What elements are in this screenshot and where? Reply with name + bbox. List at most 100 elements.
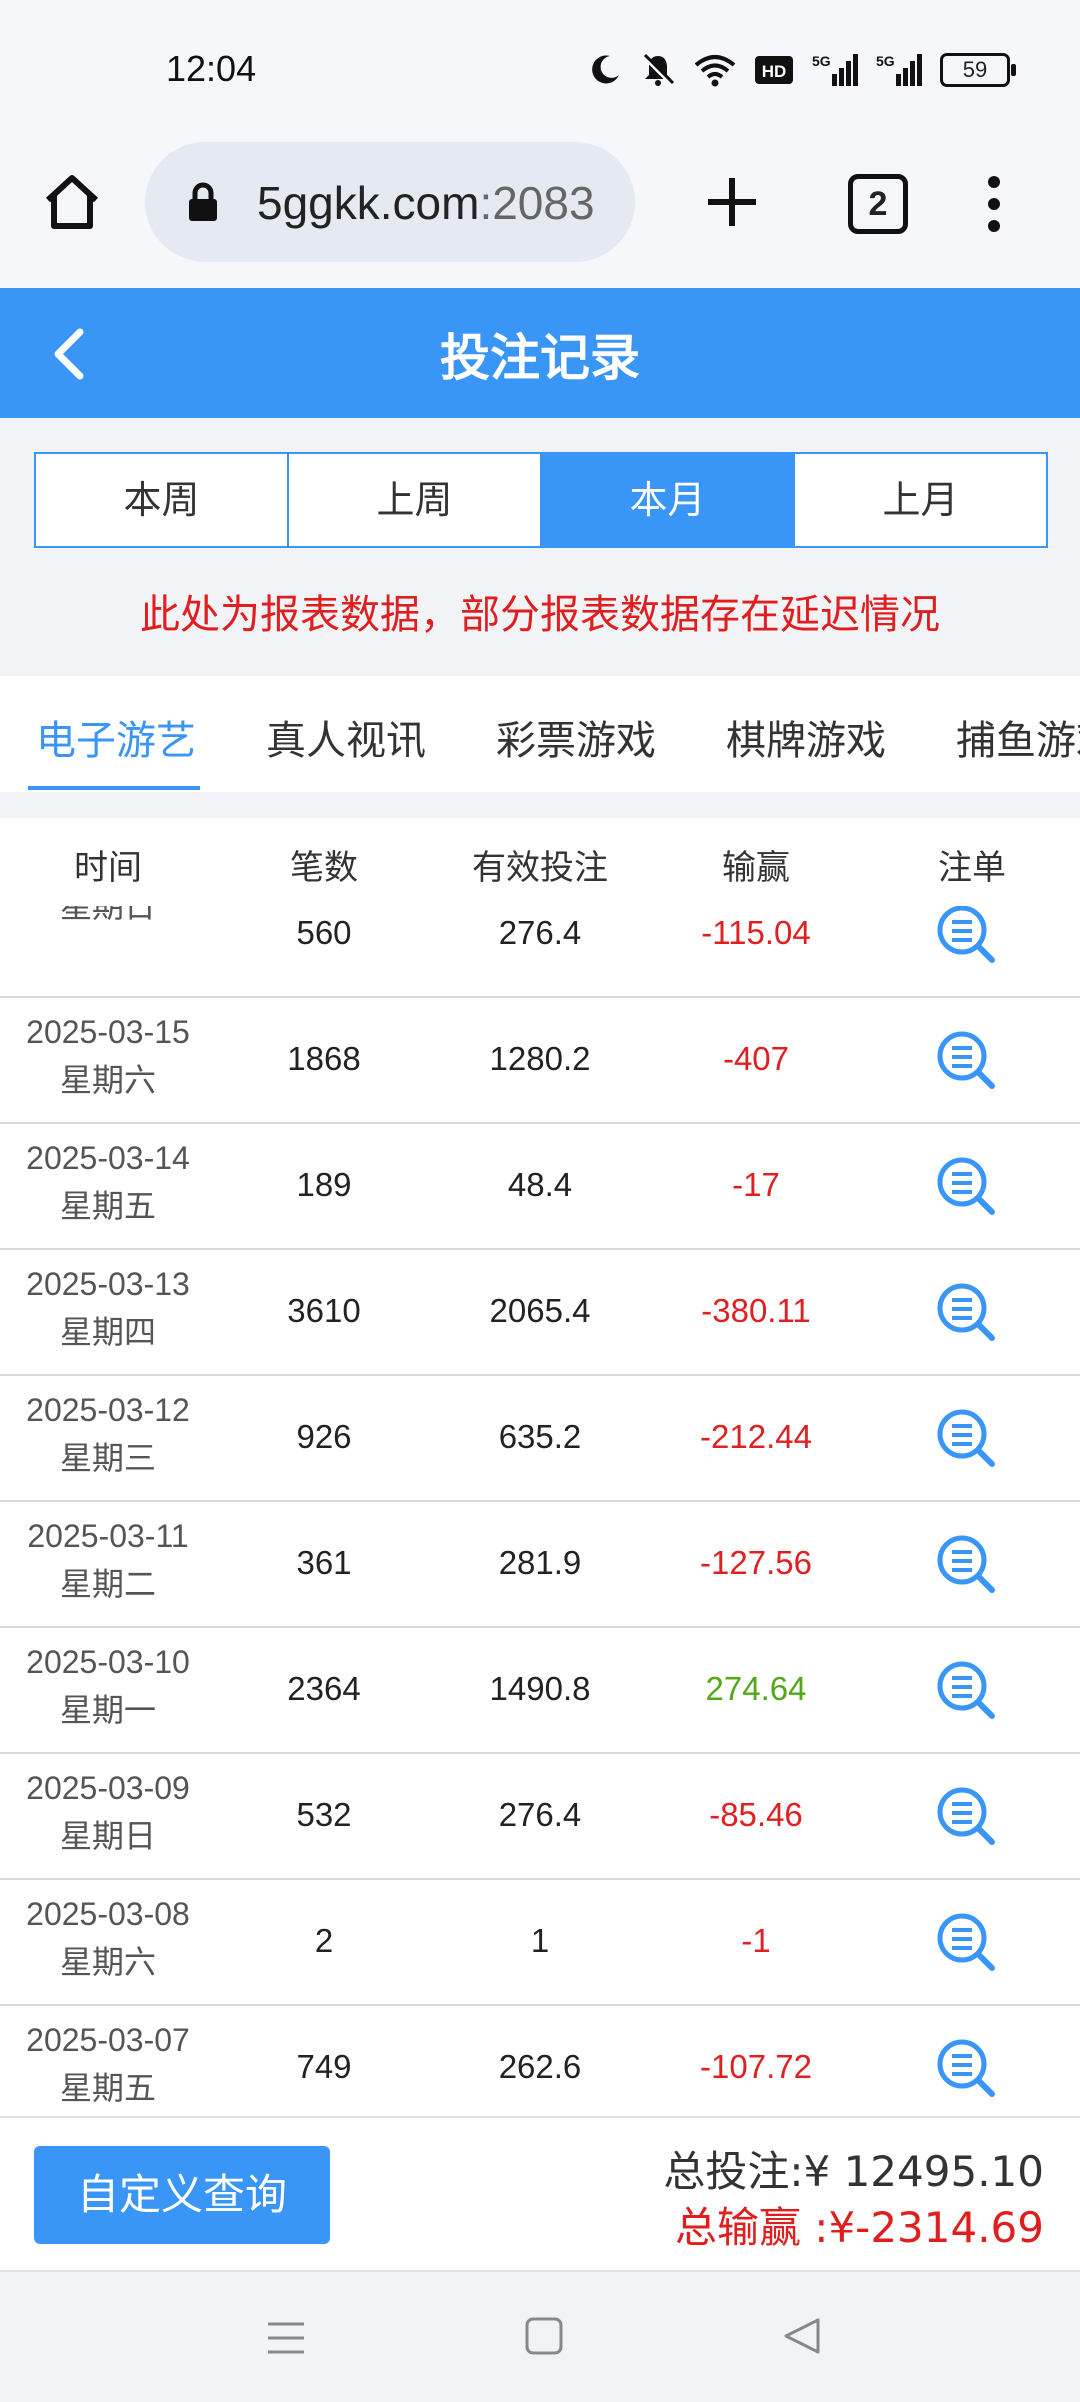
view-bet-slip-icon[interactable] <box>934 906 998 966</box>
row-date-cell: 2025-03-14 星期五 <box>0 1134 216 1230</box>
table-row: 2025-03-15 星期六 1868 1280.2 -407 <box>0 998 1080 1124</box>
tab-last-month[interactable]: 上月 <box>795 454 1046 546</box>
view-bet-slip-icon[interactable] <box>934 1406 998 1470</box>
row-count: 749 <box>296 2048 352 2085</box>
column-header-win-loss: 输赢 <box>722 848 790 888</box>
tab-this-week[interactable]: 本周 <box>36 454 289 546</box>
more-menu-icon[interactable] <box>982 172 1006 236</box>
page-title: 投注记录 <box>440 329 640 387</box>
view-bet-slip-icon[interactable] <box>934 2036 998 2100</box>
row-date-cell: 2025-03-07 星期五 <box>0 2016 216 2112</box>
report-delay-notice: 此处为报表数据，部分报表数据存在延迟情况 <box>140 592 940 638</box>
url-port: :2083 <box>479 177 595 229</box>
row-count: 2 <box>314 1922 334 1959</box>
tab-lottery[interactable]: 彩票游戏 <box>496 708 656 766</box>
total-bet: 总投注:¥ 12495.10 <box>663 2147 1044 2196</box>
url-host: 5ggkk.com <box>257 177 480 229</box>
column-header-valid-bet: 有效投注 <box>472 848 608 888</box>
records-table[interactable]: 星期日 560 276.4 -115.04 2025-03-15 星期六 1868 1280.… <box>0 906 1080 2116</box>
url-text: 5ggkk.com:2083 <box>257 176 595 230</box>
home-nav-icon[interactable] <box>524 2316 564 2356</box>
row-win-loss: -1 <box>741 1922 771 1959</box>
row-valid-bet: 281.9 <box>498 1544 582 1581</box>
table-row: 2025-03-10 星期一 2364 1490.8 274.64 <box>0 1628 1080 1754</box>
tab-switcher-button[interactable]: 2 <box>848 174 908 234</box>
row-count: 560 <box>296 914 352 951</box>
row-date: 2025-03-14 <box>26 1140 190 1176</box>
table-row: 2025-03-14 星期五 189 48.4 -17 <box>0 1124 1080 1250</box>
table-row: 2025-03-09 星期日 532 276.4 -85.46 <box>0 1754 1080 1880</box>
battery-icon: 59 <box>940 53 1016 87</box>
tab-this-month[interactable]: 本月 <box>542 454 795 546</box>
row-date-cell: 2025-03-09 星期日 <box>0 1764 216 1860</box>
column-header-count: 笔数 <box>290 848 358 888</box>
row-valid-bet: 2065.4 <box>489 1292 591 1329</box>
back-nav-icon[interactable] <box>782 2316 822 2356</box>
period-tabs: 本周 上周 本月 上月 <box>34 452 1048 548</box>
tab-live-casino[interactable]: 真人视讯 <box>266 708 426 766</box>
row-win-loss: -17 <box>732 1166 780 1203</box>
table-row: 2025-03-11 星期二 361 281.9 -127.56 <box>0 1502 1080 1628</box>
moon-icon <box>592 55 619 84</box>
column-header-bet-slip: 注单 <box>938 848 1006 888</box>
mute-bell-icon <box>642 53 675 86</box>
row-weekday: 星期日 <box>59 1817 156 1855</box>
row-valid-bet: 262.6 <box>498 2048 582 2085</box>
row-count: 926 <box>296 1418 352 1455</box>
row-date-cell: 2025-03-10 星期一 <box>0 1638 216 1734</box>
recent-apps-icon[interactable] <box>266 2318 306 2358</box>
row-win-loss: -380.11 <box>701 1292 811 1329</box>
row-weekday: 星期四 <box>59 1313 156 1351</box>
table-row: 2025-03-08 星期六 2 1 -1 <box>0 1880 1080 2006</box>
tab-last-week[interactable]: 上周 <box>289 454 542 546</box>
row-date-cell: 2025-03-08 星期六 <box>0 1890 216 1986</box>
period-filter-area: 本周 上周 本月 上月 此处为报表数据，部分报表数据存在延迟情况 <box>0 418 1080 676</box>
app-header: 投注记录 <box>0 288 1080 418</box>
row-win-loss: -407 <box>722 1040 790 1077</box>
row-date-cell: 2025-03-12 星期三 <box>0 1386 216 1482</box>
row-count: 2364 <box>287 1670 361 1707</box>
home-icon[interactable] <box>40 170 104 234</box>
wifi-icon <box>694 55 736 87</box>
view-bet-slip-icon[interactable] <box>934 1658 998 1722</box>
total-win-loss: 总输赢 :¥-2314.69 <box>674 2203 1044 2252</box>
view-bet-slip-icon[interactable] <box>934 1532 998 1596</box>
view-bet-slip-icon[interactable] <box>934 1154 998 1218</box>
view-bet-slip-icon[interactable] <box>934 1280 998 1344</box>
view-bet-slip-icon[interactable] <box>934 1784 998 1848</box>
address-bar[interactable]: 5ggkk.com:2083 <box>145 142 635 262</box>
svg-text:5G: 5G <box>812 53 831 69</box>
table-header: 时间 笔数 有效投注 输赢 注单 <box>0 818 1080 908</box>
row-count: 361 <box>296 1544 352 1581</box>
row-weekday: 星期五 <box>59 1187 156 1225</box>
system-nav-bar <box>0 2270 1080 2402</box>
row-date: 2025-03-11 <box>27 1518 189 1554</box>
row-date: 2025-03-08 <box>26 1896 190 1932</box>
lock-icon <box>189 182 217 221</box>
table-row: 2025-03-13 星期四 3610 2065.4 -380.11 <box>0 1250 1080 1376</box>
table-rows: 星期日 560 276.4 -115.04 2025-03-15 星期六 1868 1280.… <box>0 906 1080 2116</box>
row-date-cell: 2025-03-11 星期二 <box>0 1512 216 1608</box>
battery-level: 59 <box>962 57 988 82</box>
tab-fishing-games[interactable]: 捕鱼游戏 <box>956 708 1080 766</box>
svg-text:5G: 5G <box>876 53 895 69</box>
row-valid-bet: 48.4 <box>507 1166 573 1203</box>
active-tab-indicator <box>28 786 200 790</box>
row-weekday: 星期三 <box>59 1439 156 1477</box>
tab-electronic-games[interactable]: 电子游艺 <box>36 708 196 766</box>
row-valid-bet: 1 <box>530 1922 550 1959</box>
signal-5g-icon-2: 5G <box>876 53 922 86</box>
row-weekday: 星期日 <box>59 906 156 925</box>
view-bet-slip-icon[interactable] <box>934 1910 998 1974</box>
custom-query-button[interactable]: 自定义查询 <box>34 2146 330 2244</box>
tab-card-games[interactable]: 棋牌游戏 <box>726 708 886 766</box>
row-valid-bet: 635.2 <box>498 1418 582 1455</box>
row-valid-bet: 1280.2 <box>489 1040 591 1077</box>
view-bet-slip-icon[interactable] <box>934 1028 998 1092</box>
row-date: 2025-03-10 <box>26 1644 190 1680</box>
new-tab-icon[interactable] <box>700 170 764 234</box>
row-count: 3610 <box>287 1292 361 1329</box>
row-win-loss: -212.44 <box>700 1418 812 1455</box>
row-date: 2025-03-09 <box>26 1770 190 1806</box>
row-weekday: 星期六 <box>59 1943 156 1981</box>
